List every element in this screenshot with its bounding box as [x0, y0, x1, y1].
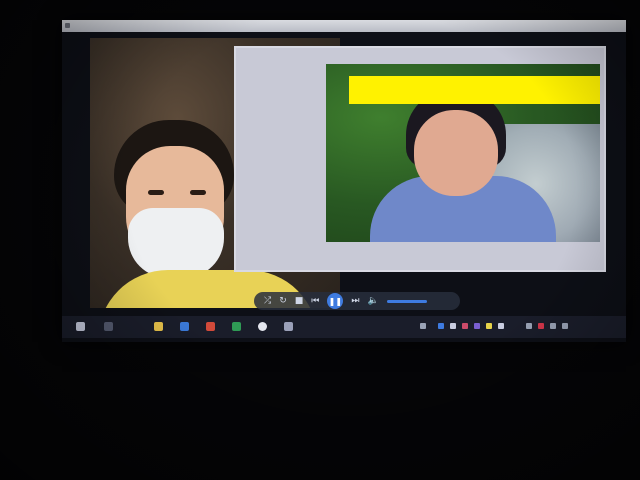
redaction-bar: [349, 76, 600, 104]
start-icon[interactable]: [76, 322, 85, 331]
app-tray-icon[interactable]: [450, 323, 456, 329]
app-tray-icon[interactable]: [486, 323, 492, 329]
settings-icon[interactable]: [258, 322, 267, 331]
volume-icon[interactable]: [538, 323, 544, 329]
taskbar: [62, 316, 626, 338]
previous-icon[interactable]: ⏮: [311, 296, 319, 306]
next-icon[interactable]: ⏭: [351, 296, 359, 306]
excel-icon[interactable]: [232, 322, 241, 331]
app-tray-icon[interactable]: [498, 323, 504, 329]
app-tray-icon[interactable]: [474, 323, 480, 329]
file-explorer-icon[interactable]: [154, 322, 163, 331]
play-pause-icon[interactable]: ❚❚: [327, 293, 344, 309]
child-eye: [190, 190, 206, 195]
network-icon[interactable]: [526, 323, 532, 329]
media-controls: ⤮ ↻ ■ ⏮ ❚❚ ⏭ 🔈: [254, 292, 460, 310]
monitor-screen: ⤮ ↻ ■ ⏮ ❚❚ ⏭ 🔈: [62, 20, 626, 342]
window-titlebar[interactable]: [62, 20, 626, 32]
notification-icon[interactable]: [562, 323, 568, 329]
app-icon: [65, 23, 70, 28]
powerpoint-icon[interactable]: [206, 322, 215, 331]
volume-slider[interactable]: [386, 299, 427, 303]
edge-icon[interactable]: [180, 322, 189, 331]
face-mask: [128, 208, 224, 278]
app-tray-icon[interactable]: [462, 323, 468, 329]
stop-icon[interactable]: ■: [295, 296, 304, 306]
battery-icon[interactable]: [550, 323, 556, 329]
bluetooth-icon[interactable]: [438, 323, 444, 329]
shuffle-icon[interactable]: ⤮: [264, 296, 271, 306]
child-eye: [148, 190, 164, 195]
photos-icon[interactable]: [284, 322, 293, 331]
search-icon[interactable]: [104, 322, 113, 331]
girl-face: [414, 110, 498, 196]
pen-icon[interactable]: [420, 323, 426, 329]
repeat-icon[interactable]: ↻: [279, 296, 287, 306]
volume-icon[interactable]: 🔈: [367, 296, 378, 306]
